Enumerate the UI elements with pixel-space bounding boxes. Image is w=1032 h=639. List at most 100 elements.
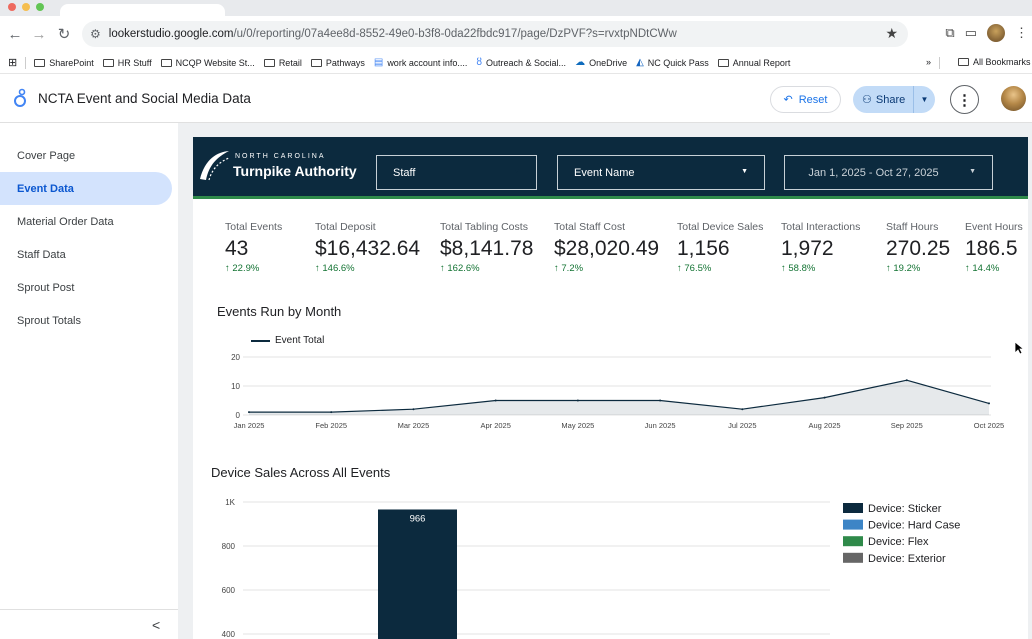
back-arrow-icon[interactable]: ← <box>4 23 26 45</box>
all-bookmarks-button[interactable]: All Bookmarks <box>958 57 1031 67</box>
bookmark-hr-stuff[interactable]: HR Stuff <box>102 58 152 68</box>
up-arrow-icon: ↑ <box>554 263 559 274</box>
share-button[interactable]: ⚇ Share ▼ <box>853 86 935 113</box>
report-banner: NORTH CAROLINA Turnpike Authority Staff … <box>193 137 1028 199</box>
event-total-point <box>988 402 990 405</box>
tab-search-icon[interactable]: ▭ <box>965 25 977 41</box>
legend-line-swatch <box>251 339 270 342</box>
nav-page-sprout-totals[interactable]: Sprout Totals <box>0 304 172 337</box>
event-total-point <box>905 379 908 382</box>
up-arrow-icon: ↑ <box>886 263 891 274</box>
x-tick-label: Mar 2025 <box>398 421 430 430</box>
collapse-sidebar-icon[interactable]: < <box>152 617 160 633</box>
y-tick-label: 20 <box>231 353 240 362</box>
chevron-down-icon: ▼ <box>969 168 976 175</box>
y-tick-label: 0 <box>236 411 241 420</box>
kpi-total-device-sales: Total Device Sales 1,156 ↑ 76.5% <box>677 221 764 274</box>
kpi-total-tabling-costs: Total Tabling Costs $8,141.78 ↑ 162.6% <box>440 221 534 274</box>
folder-icon <box>160 58 172 67</box>
address-bar[interactable]: ⚙ lookerstudio.google.com/u/0/reporting/… <box>82 21 908 47</box>
device-sales-bar-chart[interactable]: 1K 800 600 400 966 <box>193 492 843 639</box>
mouse-pointer-icon <box>1014 341 1024 355</box>
x-tick-label: Jan 2025 <box>234 421 265 430</box>
event-total-point <box>576 399 579 402</box>
legend-label: Device: Hard Case <box>868 520 960 532</box>
share-dropdown-icon[interactable]: ▼ <box>913 86 935 113</box>
maximize-window-icon[interactable] <box>36 3 44 11</box>
legend-label: Device: Sticker <box>868 503 942 515</box>
y-tick-label: 1K <box>225 498 235 507</box>
bookmark-divider <box>939 57 940 69</box>
nav-page-event-data[interactable]: Event Data <box>0 172 172 205</box>
reset-button[interactable]: ↶ Reset <box>770 86 841 113</box>
kpi-total-interactions: Total Interactions 1,972 ↑ 58.8% <box>781 221 861 274</box>
events-line-chart[interactable]: 0 10 20 Jan 2025 Feb 2025 Mar 2025 Apr 2025 May… <box>193 349 1028 431</box>
date-range-filter[interactable]: Jan 1, 2025 - Oct 27, 2025 ▼ <box>784 155 993 190</box>
event-total-point <box>494 399 497 402</box>
event-total-point <box>659 399 662 402</box>
x-tick-label: Feb 2025 <box>315 421 347 430</box>
url-path: /u/0/reporting/07a4ee8d-8552-49e0-b3f8-0… <box>233 28 677 40</box>
bookmark-sharepoint[interactable]: SharePoint <box>34 58 94 68</box>
browser-tab-active[interactable] <box>60 4 225 16</box>
y-tick-label: 400 <box>222 630 236 639</box>
chevron-down-icon: ▼ <box>513 168 520 175</box>
event-total-point <box>248 411 250 414</box>
browser-menu-icon[interactable]: ⋮ <box>1015 25 1028 41</box>
bookmark-work-account-info[interactable]: ▤ work account info.... <box>374 57 468 68</box>
bar-data-label: 966 <box>410 513 426 524</box>
events-chart-legend[interactable]: Event Total <box>251 335 324 346</box>
extensions-icon[interactable]: ⧉ <box>945 25 954 41</box>
kpi-total-events: Total Events 43 ↑ 22.9% <box>225 221 283 274</box>
nav-page-staff-data[interactable]: Staff Data <box>0 238 172 271</box>
bookmark-annual-report[interactable]: Annual Report <box>717 58 790 68</box>
site-settings-icon[interactable]: ⚙ <box>90 27 101 41</box>
nav-page-material-order[interactable]: Material Order Data <box>0 205 172 238</box>
folder-icon <box>717 58 729 67</box>
close-window-icon[interactable] <box>8 3 16 11</box>
kpi-event-hours: Event Hours 186.5 ↑ 14.4% <box>965 221 1023 274</box>
up-arrow-icon: ↑ <box>225 263 230 274</box>
legend-label: Device: Flex <box>868 536 929 548</box>
bookmark-pathways[interactable]: Pathways <box>310 58 365 68</box>
reload-icon[interactable]: ↻ <box>53 23 75 45</box>
nav-page-cover[interactable]: Cover Page <box>0 139 172 172</box>
ncta-logo: NORTH CAROLINA Turnpike Authority <box>197 149 367 185</box>
x-tick-label: Sep 2025 <box>891 421 923 430</box>
turnpike-swoosh-icon <box>200 151 230 181</box>
up-arrow-icon: ↑ <box>315 263 320 274</box>
forward-arrow-icon[interactable]: → <box>28 23 50 45</box>
url-host: lookerstudio.google.com <box>108 28 234 40</box>
event-total-point <box>412 408 415 411</box>
bookmark-star-icon[interactable]: ★ <box>885 25 898 42</box>
more-options-icon[interactable]: ⋮ <box>950 85 979 114</box>
looker-studio-logo-icon[interactable] <box>13 88 27 108</box>
more-bookmarks-chevron[interactable]: » <box>926 57 931 67</box>
folder-icon <box>263 58 275 67</box>
folder-icon <box>958 58 969 66</box>
browser-profile-avatar[interactable] <box>987 24 1005 42</box>
bookmark-outreach-social[interactable]: ȣ Outreach & Social... <box>476 57 566 68</box>
kpi-total-deposit: Total Deposit $16,432.64 ↑ 146.6% <box>315 221 421 274</box>
device-chart-legend[interactable]: Device: Sticker Device: Hard Case Device: … <box>841 499 1028 571</box>
bookmark-nc-quick-pass[interactable]: ◭ NC Quick Pass <box>636 57 709 68</box>
apps-grid-icon[interactable]: ⊞ <box>8 56 17 69</box>
staff-filter[interactable]: Staff ▼ <box>376 155 537 190</box>
minimize-window-icon[interactable] <box>22 3 30 11</box>
bookmark-onedrive[interactable]: ☁ OneDrive <box>575 57 627 68</box>
y-tick-label: 800 <box>222 542 236 551</box>
x-tick-label: May 2025 <box>561 421 594 430</box>
up-arrow-icon: ↑ <box>440 263 445 274</box>
report-title[interactable]: NCTA Event and Social Media Data <box>38 91 251 106</box>
bookmark-ncqp-website[interactable]: NCQP Website St... <box>160 58 255 68</box>
x-tick-label: Oct 2025 <box>974 421 1004 430</box>
user-avatar[interactable] <box>1001 86 1026 111</box>
docs-icon: ▤ <box>373 57 384 68</box>
browser-tab-strip <box>0 0 1032 16</box>
x-tick-label: Aug 2025 <box>808 421 840 430</box>
device-chart-title: Device Sales Across All Events <box>211 465 391 480</box>
bookmark-retail[interactable]: Retail <box>263 58 302 68</box>
bookmarks-bar: ⊞ SharePoint HR Stuff NCQP Website St...… <box>0 52 1032 74</box>
nav-page-sprout-post[interactable]: Sprout Post <box>0 271 172 304</box>
event-name-filter[interactable]: Event Name ▼ <box>557 155 765 190</box>
